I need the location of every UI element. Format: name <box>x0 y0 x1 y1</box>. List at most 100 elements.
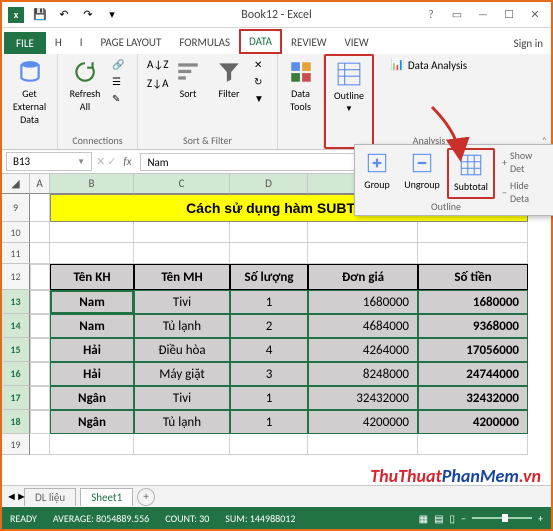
ribbon-options-icon[interactable]: ▭ <box>445 5 469 25</box>
tab-page-layout[interactable]: PAGE LAYOUT <box>91 31 170 54</box>
undo-icon[interactable]: ↶ <box>54 5 74 25</box>
cell[interactable] <box>30 194 50 222</box>
col-header-c[interactable]: C <box>134 174 230 194</box>
sign-in-link[interactable]: Sign in <box>506 33 551 54</box>
cell[interactable]: Điều hòa <box>134 338 230 362</box>
cell[interactable] <box>30 434 50 455</box>
cell[interactable] <box>30 264 50 290</box>
cell[interactable]: 17056000 <box>418 338 528 362</box>
sheet-tab-dl[interactable]: DL liệu <box>24 488 76 506</box>
cell[interactable]: 32432000 <box>308 386 418 410</box>
cell[interactable]: 4200000 <box>418 410 528 434</box>
refresh-all-button[interactable]: Refresh All <box>64 57 106 115</box>
row-header[interactable]: 11 <box>2 243 30 264</box>
connections-item[interactable]: 🔗 <box>109 57 131 73</box>
data-analysis-button[interactable]: 📊 Data Analysis <box>388 57 470 73</box>
table-header[interactable]: Đơn giá <box>308 264 418 290</box>
cell[interactable]: Nam <box>50 290 134 314</box>
subtotal-button[interactable]: Subtotal <box>447 148 495 199</box>
select-all-corner[interactable]: ◢ <box>2 174 30 194</box>
cell[interactable]: 24744000 <box>418 362 528 386</box>
row-header[interactable]: 9 <box>2 194 30 222</box>
zoom-slider[interactable] <box>472 517 532 519</box>
get-external-data-button[interactable]: Get External Data <box>6 57 54 128</box>
row-header[interactable]: 10 <box>2 222 30 243</box>
view-break-icon[interactable]: ▯ <box>450 512 456 525</box>
cell[interactable]: 32432000 <box>418 386 528 410</box>
cell[interactable]: 9368000 <box>418 314 528 338</box>
cell[interactable]: Tivi <box>134 290 230 314</box>
zoom-out-icon[interactable]: − <box>461 512 466 525</box>
table-header[interactable]: Số tiền <box>418 264 528 290</box>
cell[interactable] <box>134 243 230 264</box>
cell[interactable] <box>308 243 418 264</box>
cell[interactable] <box>308 434 418 455</box>
tab-view[interactable]: VIEW <box>336 31 378 54</box>
ungroup-button[interactable]: Ungroup <box>399 148 445 199</box>
help-icon[interactable]: ? <box>419 5 443 25</box>
cell[interactable] <box>30 338 50 362</box>
row-header[interactable]: 16 <box>2 362 30 386</box>
redo-icon[interactable]: ↷ <box>78 5 98 25</box>
tab-insert-trunc[interactable]: I <box>71 31 92 54</box>
data-tools-button[interactable]: Data Tools <box>281 57 321 115</box>
cell[interactable] <box>230 243 308 264</box>
outline-button[interactable]: Outline ▼ <box>327 59 371 116</box>
cell[interactable]: Tủ lạnh <box>134 410 230 434</box>
sort-asc-button[interactable]: A↓Z <box>144 57 166 72</box>
sheet-nav-next-icon[interactable]: ► <box>16 490 27 503</box>
cell[interactable] <box>30 290 50 314</box>
new-sheet-button[interactable]: + <box>137 488 155 506</box>
maximize-icon[interactable]: ☐ <box>497 5 521 25</box>
name-box[interactable]: B13 ▼ <box>6 152 92 171</box>
edit-links-item[interactable]: ✎ <box>109 91 131 107</box>
cell[interactable]: 4 <box>230 338 308 362</box>
cell[interactable] <box>50 243 134 264</box>
table-header[interactable]: Số lượng <box>230 264 308 290</box>
cell[interactable] <box>308 222 418 243</box>
cell[interactable]: 4200000 <box>308 410 418 434</box>
cell[interactable] <box>418 222 528 243</box>
table-header[interactable]: Tên KH <box>50 264 134 290</box>
cell[interactable]: Ngân <box>50 386 134 410</box>
view-normal-icon[interactable]: ▦ <box>419 512 428 525</box>
cell[interactable]: 8248000 <box>308 362 418 386</box>
sheet-tab-sheet1[interactable]: Sheet1 <box>80 488 133 506</box>
worksheet-grid[interactable]: ◢ A B C D E F 9 Cách sử dụng hàm SUBTOTA… <box>2 174 551 455</box>
row-header[interactable]: 18 <box>2 410 30 434</box>
cancel-entry-icon[interactable]: ✕ <box>96 155 105 168</box>
tab-home-trunc[interactable]: H <box>46 31 71 54</box>
cell[interactable]: 2 <box>230 314 308 338</box>
cell[interactable] <box>30 243 50 264</box>
row-header[interactable]: 19 <box>2 434 30 455</box>
qat-customize-icon[interactable]: ▾ <box>102 5 122 25</box>
cell[interactable]: Tivi <box>134 386 230 410</box>
cell[interactable]: 1 <box>230 290 308 314</box>
cell[interactable] <box>30 386 50 410</box>
sort-desc-button[interactable]: Z↓A <box>144 76 166 91</box>
cell[interactable] <box>230 222 308 243</box>
cell[interactable]: 1 <box>230 386 308 410</box>
cell[interactable] <box>418 434 528 455</box>
zoom-in-icon[interactable]: + <box>538 512 543 525</box>
cell[interactable] <box>30 314 50 338</box>
cell[interactable] <box>30 362 50 386</box>
cell[interactable] <box>134 222 230 243</box>
show-detail-button[interactable]: +Show Det <box>499 148 551 176</box>
close-icon[interactable]: ✕ <box>523 5 547 25</box>
cell[interactable] <box>50 434 134 455</box>
col-header-d[interactable]: D <box>230 174 308 194</box>
cell[interactable] <box>230 434 308 455</box>
advanced-item[interactable]: ▼ <box>251 91 271 107</box>
group-button[interactable]: Group <box>357 148 397 199</box>
filter-button[interactable]: Filter <box>210 57 248 102</box>
cell[interactable] <box>418 243 528 264</box>
col-header-b[interactable]: B <box>50 174 134 194</box>
cell[interactable]: Nam <box>50 314 134 338</box>
enter-entry-icon[interactable]: ✓ <box>107 155 116 168</box>
cell[interactable] <box>50 222 134 243</box>
clear-filter-item[interactable]: ✕ <box>251 57 271 73</box>
tab-file[interactable]: FILE <box>4 32 46 54</box>
cell[interactable] <box>30 222 50 243</box>
view-layout-icon[interactable]: ▤ <box>434 512 443 525</box>
